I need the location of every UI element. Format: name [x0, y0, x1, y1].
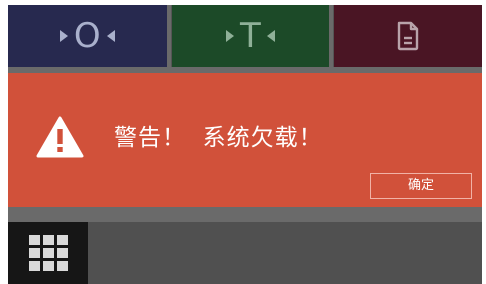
top-toolbar: O T: [8, 5, 482, 67]
arrow-right-icon: [226, 30, 235, 42]
grid-cell: [56, 261, 68, 271]
zero-key-letter: O: [73, 16, 101, 56]
zero-key-icon: O: [59, 16, 115, 56]
tare-key-letter: T: [240, 16, 261, 56]
apps-menu-button[interactable]: [8, 222, 88, 284]
scale-screen: O T 警告！ 系统欠载！ 确定: [8, 5, 482, 284]
document-button[interactable]: [333, 5, 482, 67]
grid-menu-icon: [28, 235, 68, 271]
grid-cell: [28, 261, 40, 271]
grid-cell: [42, 261, 54, 271]
grid-cell: [42, 248, 54, 258]
grid-cell: [56, 248, 68, 258]
zero-button[interactable]: O: [8, 5, 167, 67]
tare-key-icon: T: [226, 19, 275, 53]
grid-cell: [28, 235, 40, 245]
arrow-right-icon: [59, 30, 68, 42]
bottom-bar: [8, 222, 482, 284]
alert-dialog: 警告！ 系统欠载！ 确定: [8, 73, 482, 207]
confirm-button[interactable]: 确定: [370, 173, 472, 199]
arrow-left-icon: [106, 30, 115, 42]
alert-message: 警告！ 系统欠载！: [114, 125, 323, 151]
grid-cell: [42, 235, 54, 245]
document-icon: [396, 21, 420, 51]
warning-icon: [36, 116, 84, 158]
tare-button[interactable]: T: [170, 5, 330, 67]
arrow-left-icon: [266, 30, 275, 42]
grid-cell: [28, 248, 40, 258]
grid-cell: [56, 235, 68, 245]
